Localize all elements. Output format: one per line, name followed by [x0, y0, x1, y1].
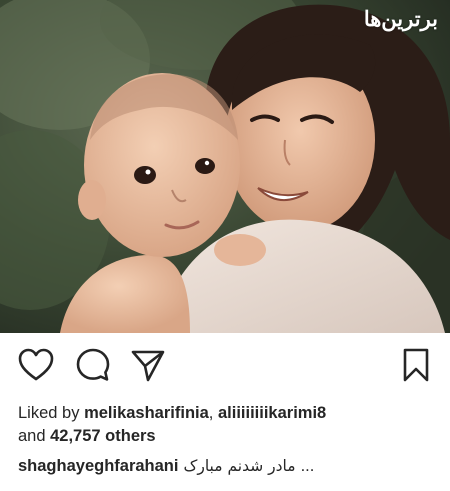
comment-icon: [76, 348, 110, 381]
action-bar: [0, 345, 450, 391]
save-button[interactable]: [396, 345, 436, 385]
comment-button[interactable]: [73, 345, 113, 385]
share-button[interactable]: [128, 345, 168, 385]
caption-username[interactable]: shaghayeghfarahani: [18, 457, 178, 475]
paper-plane-icon: [131, 350, 165, 382]
likes-summary: Liked by melikasharifinia, aliiiiiiiikar…: [18, 402, 443, 448]
heart-icon: [18, 348, 54, 381]
likes-separator: ,: [208, 404, 214, 422]
bookmark-icon: [403, 348, 429, 382]
liker-username-1[interactable]: melikasharifinia: [84, 404, 209, 422]
caption-text: مادر شدنم مبارک: [183, 457, 296, 475]
post-photo[interactable]: برترین‌ها: [0, 0, 450, 333]
liker-username-2[interactable]: aliiiiiiiikarimi8: [218, 404, 326, 422]
likes-prefix: Liked by: [18, 404, 80, 422]
like-button[interactable]: [16, 345, 56, 385]
caption-more[interactable]: ...: [301, 457, 315, 475]
photo-image: [0, 0, 450, 333]
likes-count[interactable]: 42,757 others: [50, 427, 155, 445]
post-caption: shaghayeghfarahani مادر شدنم مبارک...: [18, 455, 443, 478]
likes-and: and: [18, 427, 46, 445]
watermark-logo: برترین‌ها: [363, 6, 438, 31]
